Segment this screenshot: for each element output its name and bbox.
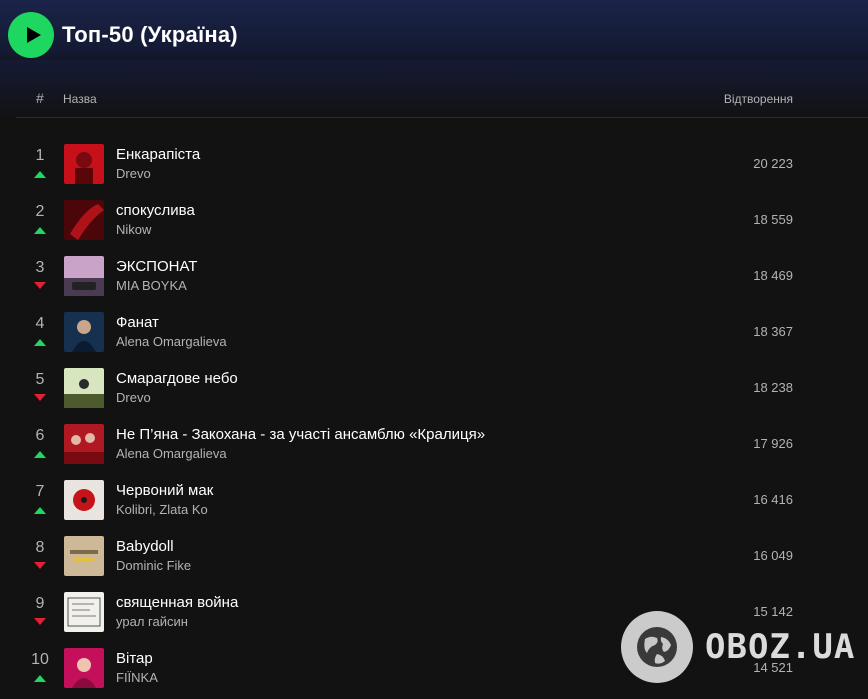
cover-pink-portrait[interactable] — [64, 648, 104, 688]
trend-up-icon — [34, 674, 46, 682]
track-rank: 8 — [35, 539, 45, 556]
track-artist[interactable]: Kolibri, Zlata Ko — [116, 502, 208, 517]
track-artist[interactable]: Nikow — [116, 222, 151, 237]
track-plays: 16 416 — [753, 492, 793, 507]
playlist-title: Топ-50 (Україна) — [62, 22, 238, 47]
trend-down-icon — [34, 618, 46, 626]
track-plays: 18 559 — [753, 212, 793, 227]
watermark: OBOZ.UA — [621, 609, 866, 685]
trend-down-icon — [34, 394, 46, 402]
track-artist[interactable]: Drevo — [116, 390, 151, 405]
track-plays: 18 238 — [753, 380, 793, 395]
globe-icon — [621, 611, 693, 683]
track-rank: 1 — [35, 147, 45, 164]
cover-blue-portrait[interactable] — [64, 312, 104, 352]
track-row[interactable]: 1 Енкарапіста Drevo 20 223 — [0, 144, 868, 200]
trend-up-icon — [34, 450, 46, 458]
track-title[interactable]: Червоний мак — [116, 482, 213, 499]
track-row[interactable]: 8 Babydoll Dominic Fike 16 049 — [0, 536, 868, 592]
track-artist[interactable]: FIЇNKA — [116, 670, 158, 685]
track-title[interactable]: Не П’яна - Закохана - за участі ансамблю… — [116, 426, 485, 443]
track-artist[interactable]: Dominic Fike — [116, 558, 191, 573]
track-plays: 18 469 — [753, 268, 793, 283]
track-title[interactable]: Енкарапіста — [116, 146, 200, 163]
track-row[interactable]: 5 Смарагдове небо Drevo 18 238 — [0, 368, 868, 424]
track-row[interactable]: 2 спокуслива Nikow 18 559 — [0, 200, 868, 256]
cover-beige-stripes[interactable] — [64, 536, 104, 576]
track-title[interactable]: Фанат — [116, 314, 159, 331]
track-row[interactable]: 4 Фанат Alena Omargalieva 18 367 — [0, 312, 868, 368]
track-rank: 5 — [35, 371, 45, 388]
trend-down-icon — [34, 562, 46, 570]
watermark-text: OBOZ.UA — [705, 627, 856, 667]
track-rank: 3 — [35, 259, 45, 276]
column-header-name[interactable]: Назва — [63, 92, 97, 106]
header-gradient — [0, 60, 868, 120]
trend-up-icon — [34, 506, 46, 514]
play-icon — [26, 27, 41, 43]
cover-red-portrait[interactable] — [64, 144, 104, 184]
track-rank: 2 — [35, 203, 45, 220]
column-header-index: # — [36, 90, 44, 106]
track-artist[interactable]: Alena Omargalieva — [116, 446, 227, 461]
track-title[interactable]: Вітар — [116, 650, 153, 667]
header-divider — [16, 117, 868, 118]
track-title[interactable]: Смарагдове небо — [116, 370, 238, 387]
track-row[interactable]: 3 ЭКСПОНАТ MIA BOYKA 18 469 — [0, 256, 868, 312]
cover-poppy[interactable] — [64, 480, 104, 520]
play-button[interactable] — [8, 12, 54, 58]
track-plays: 17 926 — [753, 436, 793, 451]
cover-red-group[interactable] — [64, 424, 104, 464]
track-artist[interactable]: Drevo — [116, 166, 151, 181]
trend-up-icon — [34, 338, 46, 346]
track-title[interactable]: спокуслива — [116, 202, 195, 219]
track-plays: 18 367 — [753, 324, 793, 339]
trend-up-icon — [34, 226, 46, 234]
track-plays: 16 049 — [753, 548, 793, 563]
track-rank: 9 — [35, 595, 45, 612]
track-title[interactable]: Babydoll — [116, 538, 174, 555]
track-artist[interactable]: MIA BOYKA — [116, 278, 187, 293]
track-artist[interactable]: Alena Omargalieva — [116, 334, 227, 349]
track-rank: 7 — [35, 483, 45, 500]
track-title[interactable]: священная война — [116, 594, 238, 611]
track-rank: 4 — [35, 315, 45, 332]
trend-down-icon — [34, 282, 46, 290]
track-row[interactable]: 7 Червоний мак Kolibri, Zlata Ko 16 416 — [0, 480, 868, 536]
track-rank: 6 — [35, 427, 45, 444]
cover-green-sky[interactable] — [64, 368, 104, 408]
cover-pink-car[interactable] — [64, 256, 104, 296]
track-plays: 20 223 — [753, 156, 793, 171]
column-header-plays[interactable]: Відтворення — [724, 92, 793, 106]
track-row[interactable]: 6 Не П’яна - Закохана - за участі ансамбл… — [0, 424, 868, 480]
cover-comic-sketch[interactable] — [64, 592, 104, 632]
track-artist[interactable]: урал гайсин — [116, 614, 188, 629]
trend-up-icon — [34, 170, 46, 178]
track-title[interactable]: ЭКСПОНАТ — [116, 258, 197, 275]
track-rank: 10 — [31, 651, 49, 668]
cover-dark-red[interactable] — [64, 200, 104, 240]
